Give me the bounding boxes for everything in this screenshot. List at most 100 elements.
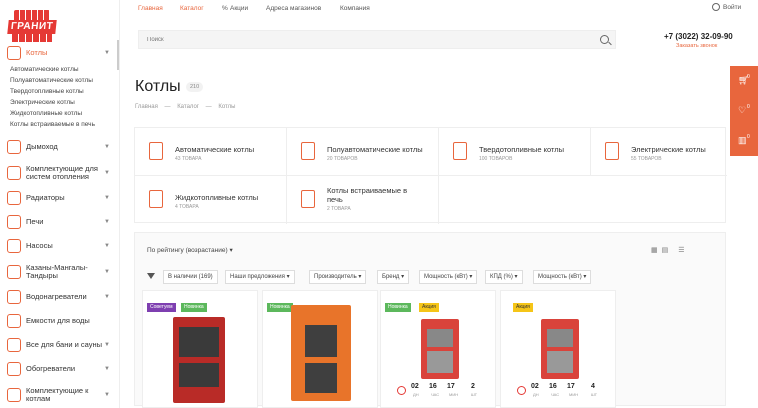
chevron-down-icon: ▼ [104,269,110,275]
sidebar-subitem[interactable]: Электрические котлы [10,99,75,106]
sidebar: ГРАНИТ Котлы ▼ Автоматические котлы Полу… [0,0,120,408]
tag-new: Новинка [385,303,411,312]
logo[interactable]: ГРАНИТ [7,6,57,44]
sidebar-scrollbar[interactable] [117,40,119,70]
chevron-down-icon: ▼ [104,170,110,176]
product-image[interactable] [541,319,579,379]
breadcrumb: Главная — Каталог — Котлы [135,104,240,110]
product-image[interactable] [173,317,225,403]
breadcrumb-home[interactable]: Главная [135,104,158,110]
subcategory-card[interactable]: Электрические котлы 55 ТОВАРОВ [591,128,727,176]
sidebar-item-emkosti[interactable]: Емкости для воды [0,310,120,332]
filter-label: Мощность (кВт) [424,274,468,280]
subcategory-name: Жидкотопливные котлы [175,193,259,202]
subcategory-card[interactable]: Котлы встраиваемые в печь 2 ТОВАРА [287,176,439,224]
sidebar-item-obogrevateli[interactable]: Обогреватели ▼ [0,358,120,380]
sidebar-item-pechi[interactable]: Печи ▼ [0,211,120,233]
subcategory-card[interactable]: Жидкотопливные котлы 4 ТОВАРА [135,176,287,224]
product-image[interactable] [421,319,459,379]
radiator-icon [7,191,21,205]
clock-icon [517,386,526,395]
sort-dropdown[interactable]: По рейтингу (возрастание) ▾ [147,246,233,254]
sidebar-item-vodonagrevateli[interactable]: Водонагреватели ▼ [0,286,120,308]
subcategory-card[interactable]: Твердотопливные котлы 100 ТОВАРОВ [439,128,591,176]
filter-in-stock[interactable]: В наличии (169) [163,270,218,284]
filter-power-2[interactable]: Мощность (кВт) ▾ [533,270,592,284]
tag-sale: Акция [513,303,533,312]
nav-link-company[interactable]: Компания [340,5,370,12]
table-view-icon[interactable]: ☰ [678,247,688,254]
subcategory-name: Твердотопливные котлы [479,145,565,154]
search-input[interactable] [147,35,547,45]
boiler-door [179,327,219,357]
login-button[interactable]: Войти [712,3,741,11]
callback-link[interactable]: Заказать звонок [676,43,717,49]
timer-hours: 16 [549,383,557,390]
timer-minutes: 17 [447,383,455,390]
subcategory-count: 2 ТОВАРА [327,206,351,212]
breadcrumb-separator: — [205,104,212,110]
compare-icon: ▥ [738,135,747,145]
list-view-icon[interactable]: ▤ [662,247,673,254]
logo-base [12,34,52,42]
sidebar-subitem[interactable]: Твердотопливные котлы [10,88,84,95]
product-card[interactable]: Новинка Акция 02 ДН 16 ЧАС 17 МИН 2 ШТ [380,290,496,408]
product-card[interactable]: Акция 02 ДН 16 ЧАС 17 МИН 4 ШТ [500,290,616,408]
subcategory-count: 43 ТОВАРА [175,156,202,162]
nav-link-home[interactable]: Главная [138,5,163,12]
timer-hours-unit: ЧАС [551,392,560,397]
subcategory-name: Полуавтоматические котлы [327,145,423,154]
sidebar-subitem[interactable]: Полуавтоматические котлы [10,77,93,84]
nav-link-stores[interactable]: Адреса магазинов [266,5,321,12]
filter-label: Производитель [314,274,357,280]
filter-offers[interactable]: Наши предложения ▾ [225,270,295,284]
search-bar [138,30,616,49]
sidebar-subitem[interactable]: Жидкотопливные котлы [10,110,82,117]
cart-button[interactable]: 🛒︎ 0 [730,66,758,96]
timer-days-unit: ДН [413,392,419,397]
sidebar-item-radiatory[interactable]: Радиаторы ▼ [0,187,120,209]
filter-power[interactable]: Мощность (кВт) ▾ [419,270,478,284]
subcategory-count: 20 ТОВАРОВ [327,156,358,162]
filter-efficiency[interactable]: КПД (%) ▾ [485,270,523,284]
product-image[interactable] [291,305,351,401]
nav-link-catalog[interactable]: Каталог [180,5,204,12]
subcategory-card[interactable]: Полуавтоматические котлы 20 ТОВАРОВ [287,128,439,176]
compare-button[interactable]: ▥ 0 [730,126,758,156]
nav-link-promotions[interactable]: Акции [230,5,248,12]
phone-number[interactable]: +7 (3022) 32-09-90 [664,32,733,41]
product-card[interactable]: Советуем Новинка [142,290,258,408]
sidebar-item-nasosy[interactable]: Насосы ▼ [0,235,120,257]
sidebar-item-komplektuyushchie-k-kotlam[interactable]: Комплектующие к котлам ▼ [0,384,120,406]
stock-count: 4 [591,383,595,390]
favorites-button[interactable]: ♡ 0 [730,96,758,126]
pipe-fittings-icon [7,166,21,180]
electric-boiler-icon [605,142,619,160]
sidebar-item-label: Дымоход [26,141,58,151]
view-toggle[interactable]: ▦▤ ☰ [651,246,688,254]
search-icon[interactable] [600,35,609,44]
sidebar-item-dymokhod[interactable]: Дымоход ▼ [0,136,120,158]
sidebar-item-banya[interactable]: Все для бани и сауны ▼ [0,334,120,356]
automatic-boiler-icon [149,142,163,160]
sidebar-subitem[interactable]: Котлы встраиваемые в печь [10,121,95,128]
subcategory-card[interactable]: Автоматические котлы 43 ТОВАРА [135,128,287,176]
boiler-panel [547,351,573,373]
product-card[interactable]: Новинка [262,290,378,408]
sidebar-item-label: Казаны-Мангалы-Тандыры [26,262,88,280]
page-title: Котлы [135,78,181,95]
filter-icon[interactable] [147,273,155,279]
grid-view-icon[interactable]: ▦ [651,247,662,254]
user-icon [712,3,720,11]
filter-manufacturer[interactable]: Производитель ▾ [309,270,367,284]
boiler-door [305,325,337,357]
compare-count: 0 [747,134,750,140]
breadcrumb-catalog[interactable]: Каталог [177,104,199,110]
sidebar-item-kotly[interactable]: Котлы ▼ [0,44,120,62]
favorites-count: 0 [747,104,750,110]
sidebar-item-komplektuyushchie[interactable]: Комплектующие для систем отопления ▼ [0,162,120,184]
sidebar-subitem[interactable]: Автоматические котлы [10,66,79,73]
filter-brand[interactable]: Бренд ▾ [377,270,410,284]
sidebar-item-kazany[interactable]: Казаны-Мангалы-Тандыры ▼ [0,261,120,283]
cauldron-icon [7,265,21,279]
